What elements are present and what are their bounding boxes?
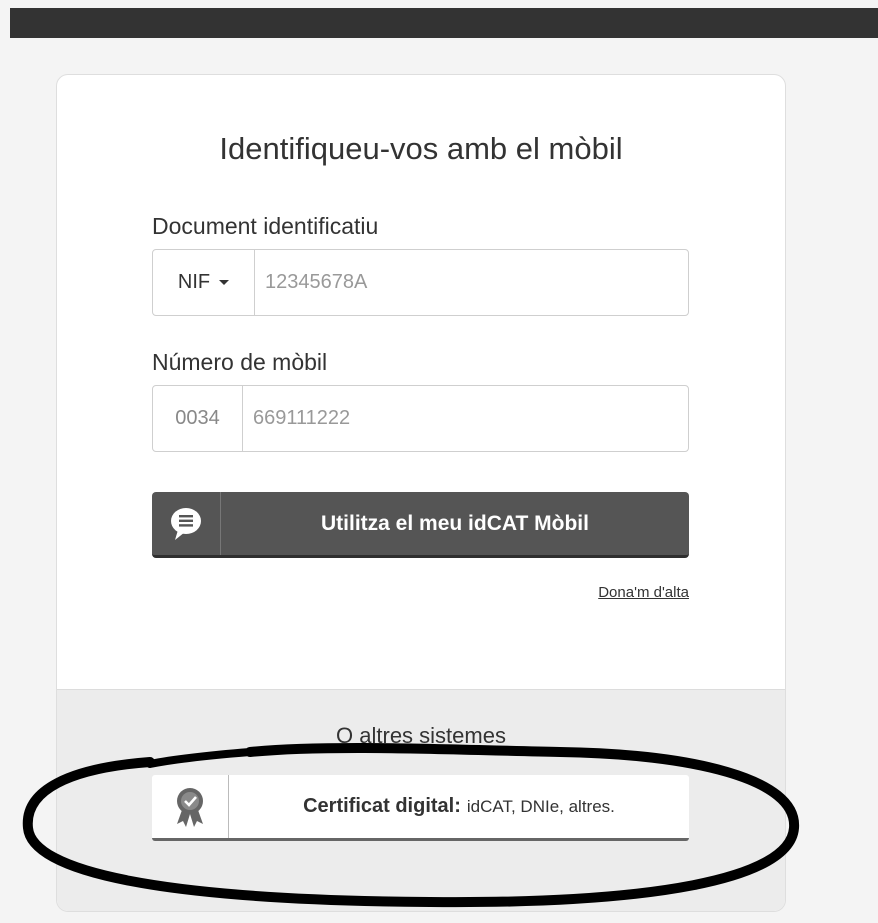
document-type-value: NIF: [177, 271, 211, 293]
page-title: Identifiqueu-vos amb el mòbil: [219, 131, 623, 166]
chat-bubble-icon: [152, 492, 221, 555]
mobile-input-group: 0034: [152, 385, 689, 452]
caret-down-icon: [219, 280, 230, 285]
certificate-detail-text: idCAT, DNIe, altres.: [466, 796, 615, 816]
document-type-dropdown[interactable]: NIF: [153, 250, 255, 315]
mobile-number-input[interactable]: [243, 386, 688, 451]
digital-certificate-label: Certificat digital: idCAT, DNIe, altres.: [229, 775, 689, 838]
document-input-group: NIF: [152, 249, 689, 316]
mobile-label: Número de mòbil: [152, 349, 328, 375]
other-systems-title: O altres sistemes: [336, 723, 506, 748]
top-bar: [10, 8, 878, 38]
idcat-mobile-button[interactable]: Utilitza el meu idCAT Mòbil: [152, 492, 689, 558]
digital-certificate-button[interactable]: Certificat digital: idCAT, DNIe, altres.: [152, 775, 689, 841]
certificate-strong-text: Certificat digital:: [303, 795, 461, 817]
signup-link[interactable]: Dona'm d'alta: [598, 584, 689, 601]
login-card: Identifiqueu-vos amb el mòbil Document i…: [56, 74, 786, 912]
document-number-input[interactable]: [255, 250, 688, 315]
idcat-mobile-button-label: Utilitza el meu idCAT Mòbil: [321, 511, 589, 535]
document-label: Document identificatiu: [152, 213, 379, 239]
mobile-prefix: 0034: [153, 386, 243, 451]
award-badge-icon: [152, 775, 229, 838]
